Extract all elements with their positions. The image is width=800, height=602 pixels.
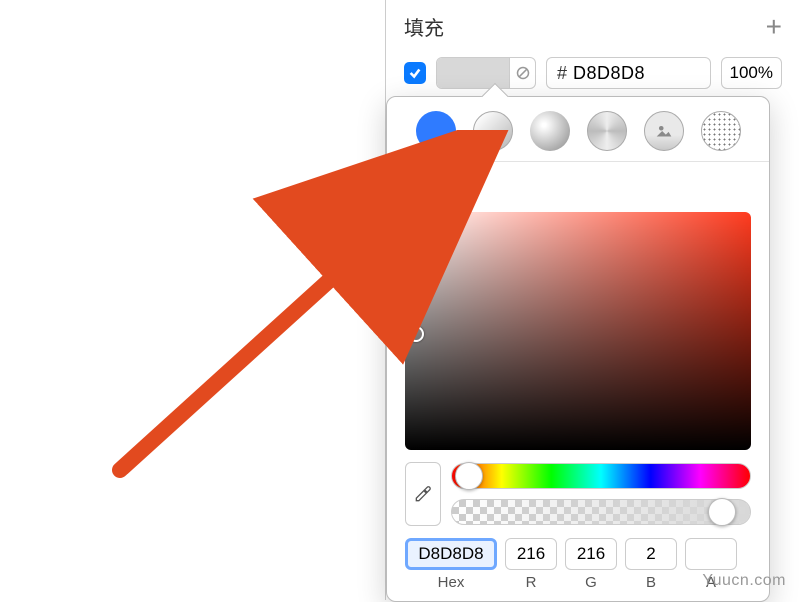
color-swatch-group [436,57,536,89]
g-value-field[interactable]: 216 [565,538,617,570]
r-value-field[interactable]: 216 [505,538,557,570]
hash-label: # [557,63,567,84]
no-icon [516,66,530,80]
alpha-slider[interactable] [451,499,751,525]
value-row: D8D8D8 216 216 2 [405,538,751,570]
hue-slider[interactable] [451,463,751,489]
hex-value-field[interactable]: D8D8D8 [405,538,497,570]
checkmark-icon [408,66,422,80]
eyedropper-icon [413,484,433,504]
opacity-value: 100% [730,63,773,83]
picker-heading: 色器 [423,176,459,202]
slider-column [451,463,751,525]
watermark: Yuucn.com [702,572,786,590]
sv-cursor[interactable] [408,326,424,342]
fill-section-title: 填充 [404,12,444,41]
opacity-field[interactable]: 100% [721,57,782,89]
color-picker-popover: ▼ 色器 D8D8D8 216 216 2 [386,96,770,602]
b-value-field[interactable]: 2 [625,538,677,570]
fill-type-angular-gradient[interactable] [587,111,627,151]
r-label: R [505,574,557,591]
fill-type-radial-gradient[interactable] [530,111,570,151]
a-value-field[interactable] [685,538,737,570]
slider-row [405,462,751,526]
g-label: G [565,574,617,591]
alpha-overlay [452,500,750,524]
value-labels: Hex R G B A [405,574,751,591]
saturation-value-box[interactable] [405,212,751,450]
hex-label: Hex [405,574,497,591]
fill-type-row [387,97,769,162]
image-icon [653,120,675,142]
fill-type-solid[interactable] [416,111,456,151]
picker-heading-row[interactable]: ▼ 色器 [405,176,751,202]
fill-section-header: 填充 + [386,0,800,53]
fill-type-noise[interactable] [701,111,741,151]
disclosure-triangle-icon: ▼ [405,182,417,196]
picker-body: ▼ 色器 D8D8D8 216 216 2 [387,162,769,601]
color-swatch[interactable] [437,58,509,88]
swatch-options-button[interactable] [509,58,535,88]
hex-field-wrapper[interactable]: # [546,57,711,89]
b-label: B [625,574,677,591]
fill-enabled-checkbox[interactable] [404,62,426,84]
fill-type-linear-gradient[interactable] [473,111,513,151]
hex-input[interactable] [573,63,700,84]
hue-thumb[interactable] [455,462,483,490]
fill-type-image[interactable] [644,111,684,151]
eyedropper-button[interactable] [405,462,441,526]
add-fill-button[interactable]: + [766,13,782,41]
